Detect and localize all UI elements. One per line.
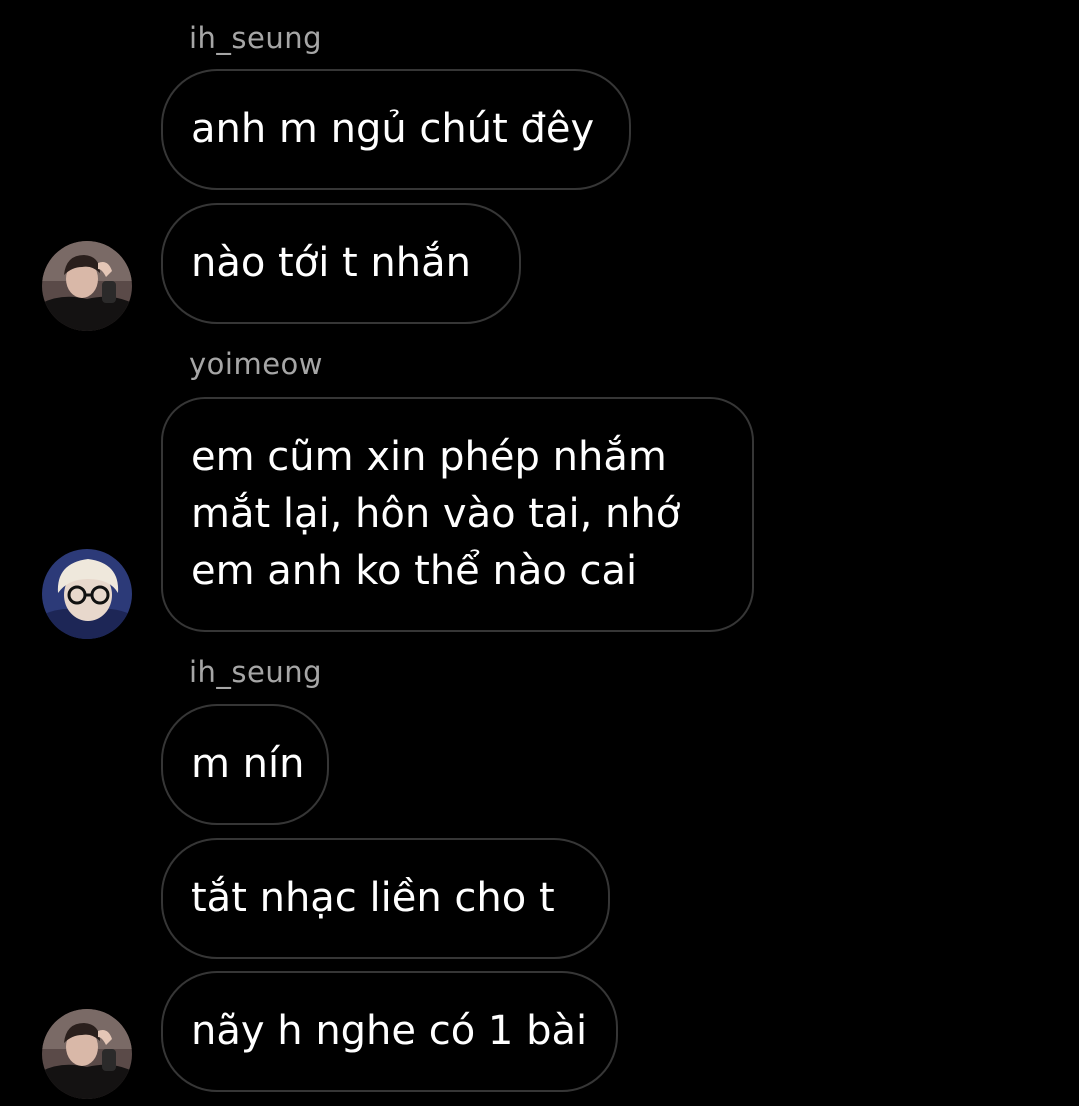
sender-name: yoimeow [189, 347, 324, 381]
message-text: nãy h nghe có 1 bài [191, 1008, 588, 1054]
avatar-photo-icon [42, 1009, 132, 1099]
message-text: em cũm xin phép nhắm mắt lại, hôn vào ta… [191, 429, 680, 600]
avatar-yoimeow[interactable] [42, 549, 132, 639]
message-bubble[interactable]: em cũm xin phép nhắm mắt lại, hôn vào ta… [161, 397, 754, 632]
message-text: m nín [191, 741, 305, 787]
message-line: mắt lại, hôn vào tai, nhớ [191, 491, 681, 537]
message-text: nào tới t nhắn [191, 240, 471, 286]
message-text: tắt nhạc liền cho t [191, 875, 555, 921]
message-line: em anh ko thể nào cai [191, 548, 638, 594]
message-bubble[interactable]: anh m ngủ chút đêy [161, 69, 631, 190]
message-bubble[interactable]: tắt nhạc liền cho t [161, 838, 610, 959]
avatar-photo-icon [42, 241, 132, 331]
message-line: em cũm xin phép nhắm [191, 434, 667, 480]
avatar-ih-seung[interactable] [42, 241, 132, 331]
avatar-ih-seung[interactable] [42, 1009, 132, 1099]
message-bubble[interactable]: m nín [161, 704, 329, 825]
sender-name: ih_seung [189, 655, 323, 689]
avatar-photo-icon [42, 549, 132, 639]
message-text: anh m ngủ chút đêy [191, 106, 595, 152]
message-bubble[interactable]: nào tới t nhắn [161, 203, 521, 324]
sender-name: ih_seung [189, 21, 323, 55]
message-bubble[interactable]: nãy h nghe có 1 bài [161, 971, 618, 1092]
